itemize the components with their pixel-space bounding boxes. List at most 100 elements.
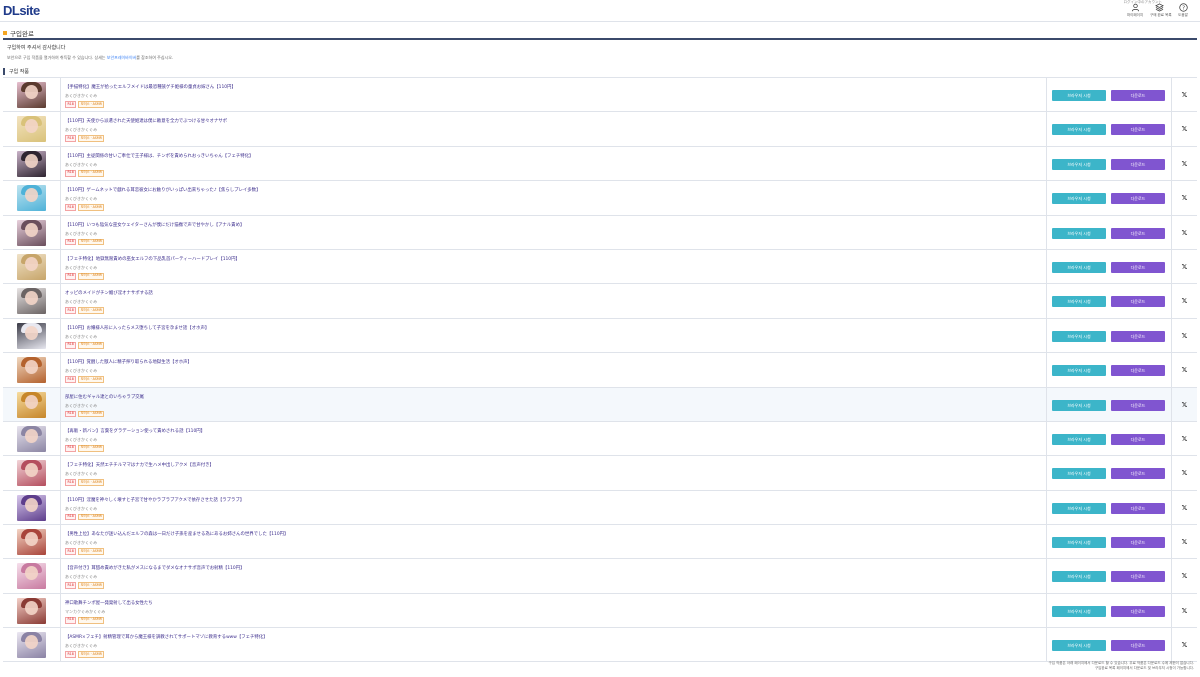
work-title[interactable]: 【110円】主従関係の甘いご奉仕で王子様は、チンポを責められおっきいちゃん【フェ… [65,153,1035,159]
browser-view-button[interactable]: 브라우저 시청 [1052,124,1106,136]
download-button[interactable]: 다운로드 [1111,124,1165,136]
work-thumbnail[interactable] [17,150,46,177]
download-button[interactable]: 다운로드 [1111,296,1165,308]
download-button[interactable]: 다운로드 [1111,365,1165,377]
x-share-icon[interactable]: 𝕏 [1180,435,1189,444]
circle-name[interactable]: あくびきかくぐみ [65,368,1035,374]
circle-name[interactable]: あくびきかくぐみ [65,265,1035,271]
circle-name[interactable]: マンカクぐみかくぐみ [65,609,1035,615]
mypage-link[interactable]: 마이페이지 [1126,3,1144,18]
x-share-icon[interactable]: 𝕏 [1180,366,1189,375]
circle-name[interactable]: あくびきかくぐみ [65,334,1035,340]
help-link[interactable]: ? 도움말 [1174,3,1192,18]
circle-name[interactable]: あくびきかくぐみ [65,437,1035,443]
x-share-icon[interactable]: 𝕏 [1180,263,1189,272]
browser-view-button[interactable]: 브라우저 시청 [1052,468,1106,480]
browser-view-button[interactable]: 브라우저 시청 [1052,605,1106,617]
work-thumbnail[interactable] [17,494,46,521]
work-title[interactable]: 【110円】いつも陰気な巫女ウェイターさんが僕にだけ猫撫で声で甘やかし【アナル責… [65,222,1035,228]
x-share-icon[interactable]: 𝕏 [1180,538,1189,547]
download-button[interactable]: 다운로드 [1111,227,1165,239]
circle-name[interactable]: あくびきかくぐみ [65,471,1035,477]
work-title[interactable]: 【音声付き】耳舐め責めがきた私がメスになるまでダメなオナサポ音声でお射精【110… [65,565,1035,571]
browser-view-button[interactable]: 브라우저 시청 [1052,330,1106,342]
work-thumbnail[interactable] [17,563,46,590]
work-thumbnail[interactable] [17,322,46,349]
x-share-icon[interactable]: 𝕏 [1180,504,1189,513]
download-button[interactable]: 다운로드 [1111,158,1165,170]
x-share-icon[interactable]: 𝕏 [1180,194,1189,203]
work-title[interactable]: 【手描特化】魔王が拾ったエルフメイドは最恐種族ゲチ姫様の童貞お嫁さん【110円】 [65,84,1035,90]
browser-view-button[interactable]: 브라우저 시청 [1052,261,1106,273]
work-thumbnail[interactable] [17,597,46,624]
work-thumbnail[interactable] [17,460,46,487]
work-thumbnail[interactable] [17,82,46,108]
circle-name[interactable]: あくびきかくぐみ [65,299,1035,305]
work-thumbnail[interactable] [17,425,46,452]
download-button[interactable]: 다운로드 [1111,537,1165,549]
circle-name[interactable]: あくびきかくぐみ [65,506,1035,512]
work-title[interactable]: 【男性上位】あなたが迷い込んだエルフの森は一日だけ子孫を産ませる為にあるお姉さん… [65,531,1035,537]
download-button[interactable]: 다운로드 [1111,502,1165,514]
circle-name[interactable]: あくびきかくぐみ [65,162,1035,168]
browser-view-button[interactable]: 브라우저 시청 [1052,90,1106,101]
dlsite-logo[interactable]: DLsite [3,3,40,18]
x-share-icon[interactable]: 𝕏 [1180,401,1189,410]
download-button[interactable]: 다운로드 [1111,90,1165,101]
browser-view-button[interactable]: 브라우저 시청 [1052,296,1106,308]
x-share-icon[interactable]: 𝕏 [1180,160,1189,169]
x-share-icon[interactable]: 𝕏 [1180,641,1189,650]
browser-view-button[interactable]: 브라우저 시청 [1052,537,1106,549]
download-button[interactable]: 다운로드 [1111,399,1165,411]
x-share-icon[interactable]: 𝕏 [1180,229,1189,238]
circle-name[interactable]: あくびきかくぐみ [65,196,1035,202]
x-share-icon[interactable]: 𝕏 [1180,297,1189,306]
notice-link[interactable]: 보안프레이바이버 [107,55,136,60]
x-share-icon[interactable]: 𝕏 [1180,607,1189,616]
circle-name[interactable]: あくびきかくぐみ [65,403,1035,409]
work-title[interactable]: 神口歌舞チンポ屋一発発射して出る女性たち [65,600,1035,606]
browser-view-button[interactable]: 브라우저 시청 [1052,640,1106,652]
work-title[interactable]: 【110円】天使から派遣された天使姫達は僕に敵意を全力でぶつける甘々オナサポ [65,118,1035,124]
work-title[interactable]: 【110円】お嬢様人形に入ったらメス堕ちして子宮を孕ませ話【オホ声】 [65,325,1035,331]
download-button[interactable]: 다운로드 [1111,468,1165,480]
work-thumbnail[interactable] [17,391,46,418]
browser-view-button[interactable]: 브라우저 시청 [1052,193,1106,205]
browser-view-button[interactable]: 브라우저 시청 [1052,502,1106,514]
browser-view-button[interactable]: 브라우저 시청 [1052,365,1106,377]
work-title[interactable]: 【フェチ特化】地獄無限責めの巫女エルフの下品乳首パーティーハードプレイ【110円… [65,256,1035,262]
download-button[interactable]: 다운로드 [1111,193,1165,205]
work-thumbnail[interactable] [17,116,46,143]
work-title[interactable]: 【110円】ゲームネットで戯れる耳恋彼女にお触りがいっぱい出来ちゃった♪【焦らし… [65,187,1035,193]
work-thumbnail[interactable] [17,253,46,280]
work-title[interactable]: 【再販・新バン】言葉をグラデーション使って責めされる話【110円】 [65,428,1035,434]
work-thumbnail[interactable] [17,219,46,246]
circle-name[interactable]: あくびきかくぐみ [65,574,1035,580]
download-button[interactable]: 다운로드 [1111,605,1165,617]
browser-view-button[interactable]: 브라우저 시청 [1052,433,1106,445]
x-share-icon[interactable]: 𝕏 [1180,332,1189,341]
download-button[interactable]: 다운로드 [1111,571,1165,583]
work-thumbnail[interactable] [17,288,46,315]
x-share-icon[interactable]: 𝕏 [1180,572,1189,581]
x-share-icon[interactable]: 𝕏 [1180,469,1189,478]
download-button[interactable]: 다운로드 [1111,261,1165,273]
download-button[interactable]: 다운로드 [1111,640,1165,652]
work-title[interactable]: 部屋に住むギャル達とのいちゃラブ交尾 [65,394,1035,400]
circle-name[interactable]: あくびきかくぐみ [65,643,1035,649]
work-title[interactable]: 【フェチ特化】天然エチチルママはナカで生ハメ中出しアクメ【音声付き】 [65,462,1035,468]
work-title[interactable]: オッピのメイドがチン媚び淫オナサポする話 [65,290,1035,296]
work-thumbnail[interactable] [17,529,46,556]
browser-view-button[interactable]: 브라우저 시청 [1052,158,1106,170]
work-title[interactable]: 【ASMR×フェチ】射精管理で耳から魔王様を調教されてサポートマゾに教育するww… [65,634,1035,640]
browser-view-button[interactable]: 브라우저 시청 [1052,571,1106,583]
work-thumbnail[interactable] [17,357,46,384]
work-thumbnail[interactable] [17,632,46,659]
browser-view-button[interactable]: 브라우저 시청 [1052,227,1106,239]
work-title[interactable]: 【110円】覚醒した獣人に精子搾り取られる地獄生活【オホ声】 [65,359,1035,365]
circle-name[interactable]: あくびきかくぐみ [65,540,1035,546]
circle-name[interactable]: あくびきかくぐみ [65,93,1035,99]
download-button[interactable]: 다운로드 [1111,330,1165,342]
circle-name[interactable]: あくびきかくぐみ [65,231,1035,237]
browser-view-button[interactable]: 브라우저 시청 [1052,399,1106,411]
